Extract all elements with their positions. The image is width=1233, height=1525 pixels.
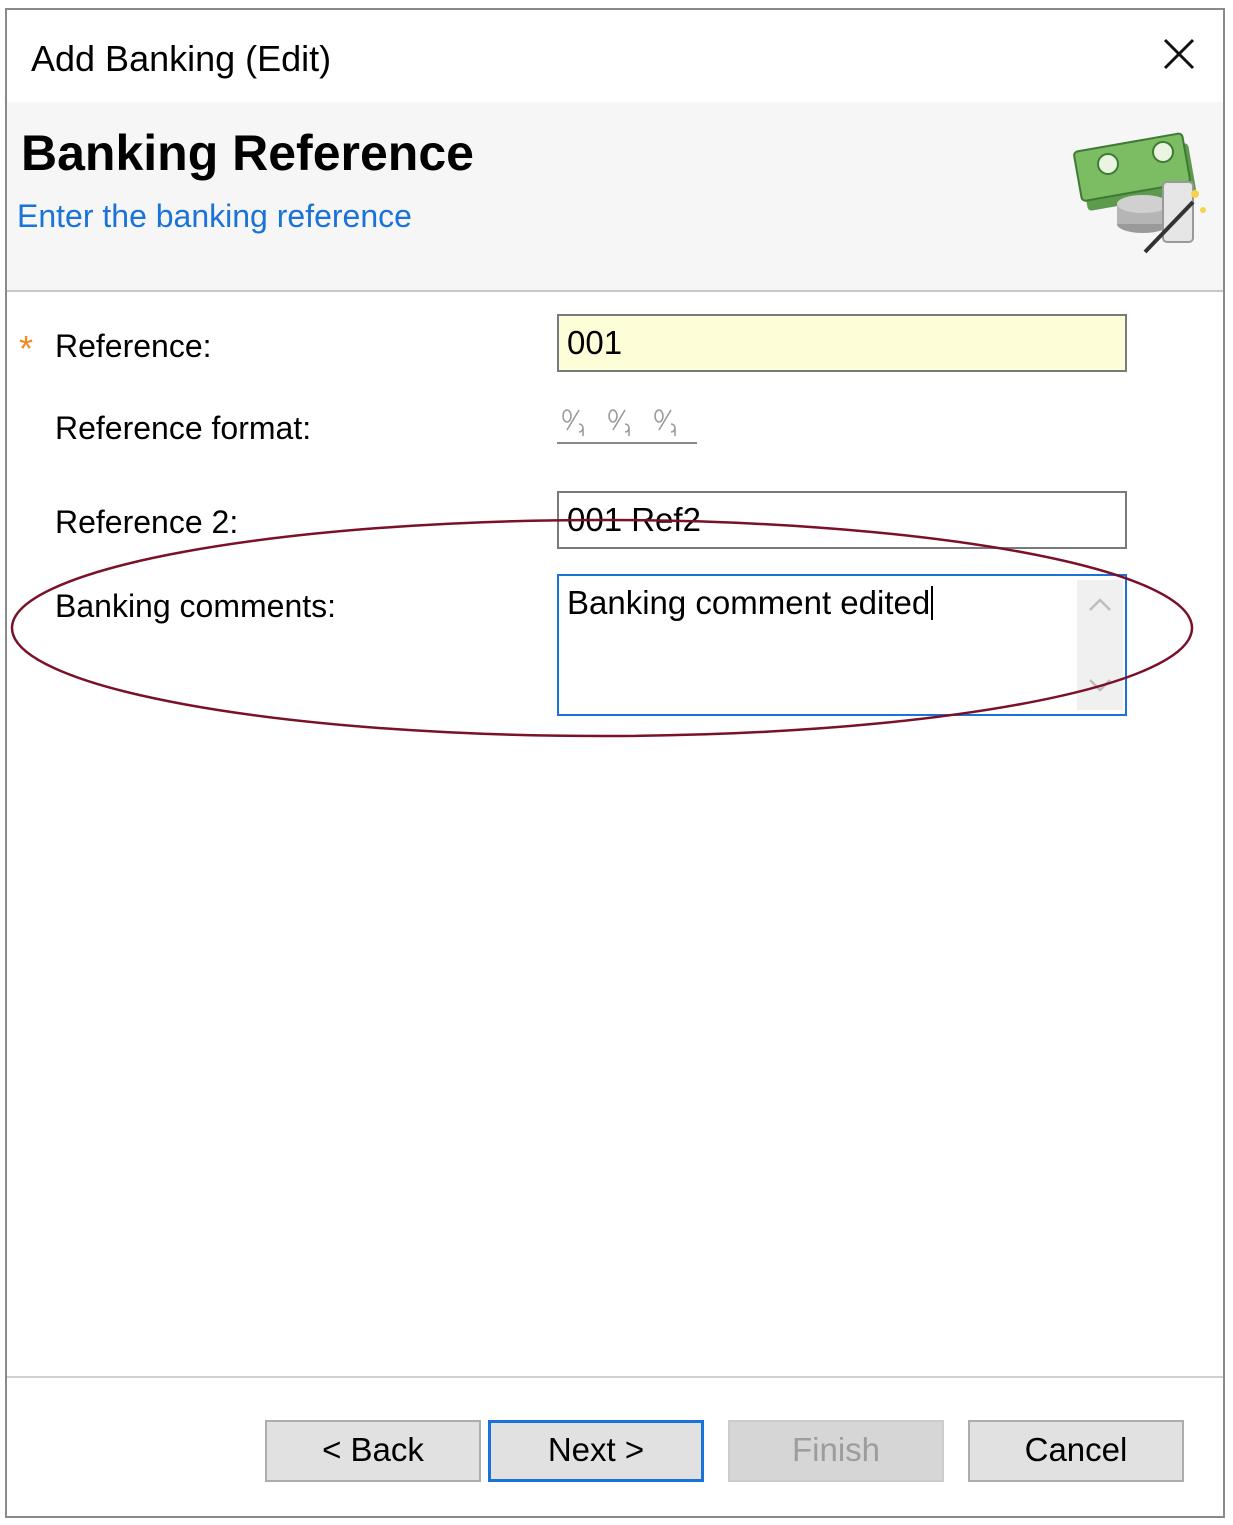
digit-format-icon <box>562 409 676 436</box>
cancel-button[interactable]: Cancel <box>968 1420 1184 1482</box>
reference-label: Reference: <box>55 328 212 364</box>
reference-format-button[interactable] <box>557 404 697 444</box>
page-title: Banking Reference <box>21 125 474 181</box>
close-button[interactable] <box>1157 32 1201 76</box>
reference-input[interactable]: 001 <box>557 314 1127 372</box>
reference2-input[interactable]: 001 Ref2 <box>557 491 1127 549</box>
back-button[interactable]: < Back <box>265 1420 481 1482</box>
scroll-down-icon[interactable] <box>1089 679 1111 692</box>
close-icon <box>1163 38 1195 70</box>
title-bar: Add Banking (Edit) <box>7 10 1223 102</box>
page-subtitle: Enter the banking reference <box>17 198 412 234</box>
comments-textarea[interactable]: Banking comment edited <box>557 574 1127 716</box>
comments-label: Banking comments: <box>55 588 337 624</box>
comments-scrollbar[interactable] <box>1077 580 1123 710</box>
footer-divider <box>7 1376 1223 1378</box>
finish-button: Finish <box>728 1420 944 1482</box>
wizard-header: Banking Reference Enter the banking refe… <box>7 102 1223 292</box>
comments-text: Banking comment edited <box>567 584 931 621</box>
reference2-label: Reference 2: <box>55 504 239 540</box>
scroll-up-icon[interactable] <box>1089 598 1111 611</box>
next-button[interactable]: Next > <box>488 1420 704 1482</box>
window-title: Add Banking (Edit) <box>31 38 332 79</box>
reference-format-label: Reference format: <box>55 410 312 446</box>
required-marker: * <box>19 328 34 369</box>
money-wizard-icon <box>1073 132 1206 254</box>
text-caret <box>931 586 934 620</box>
add-banking-dialog: Add Banking (Edit) Banking Reference Ent… <box>5 8 1225 1518</box>
